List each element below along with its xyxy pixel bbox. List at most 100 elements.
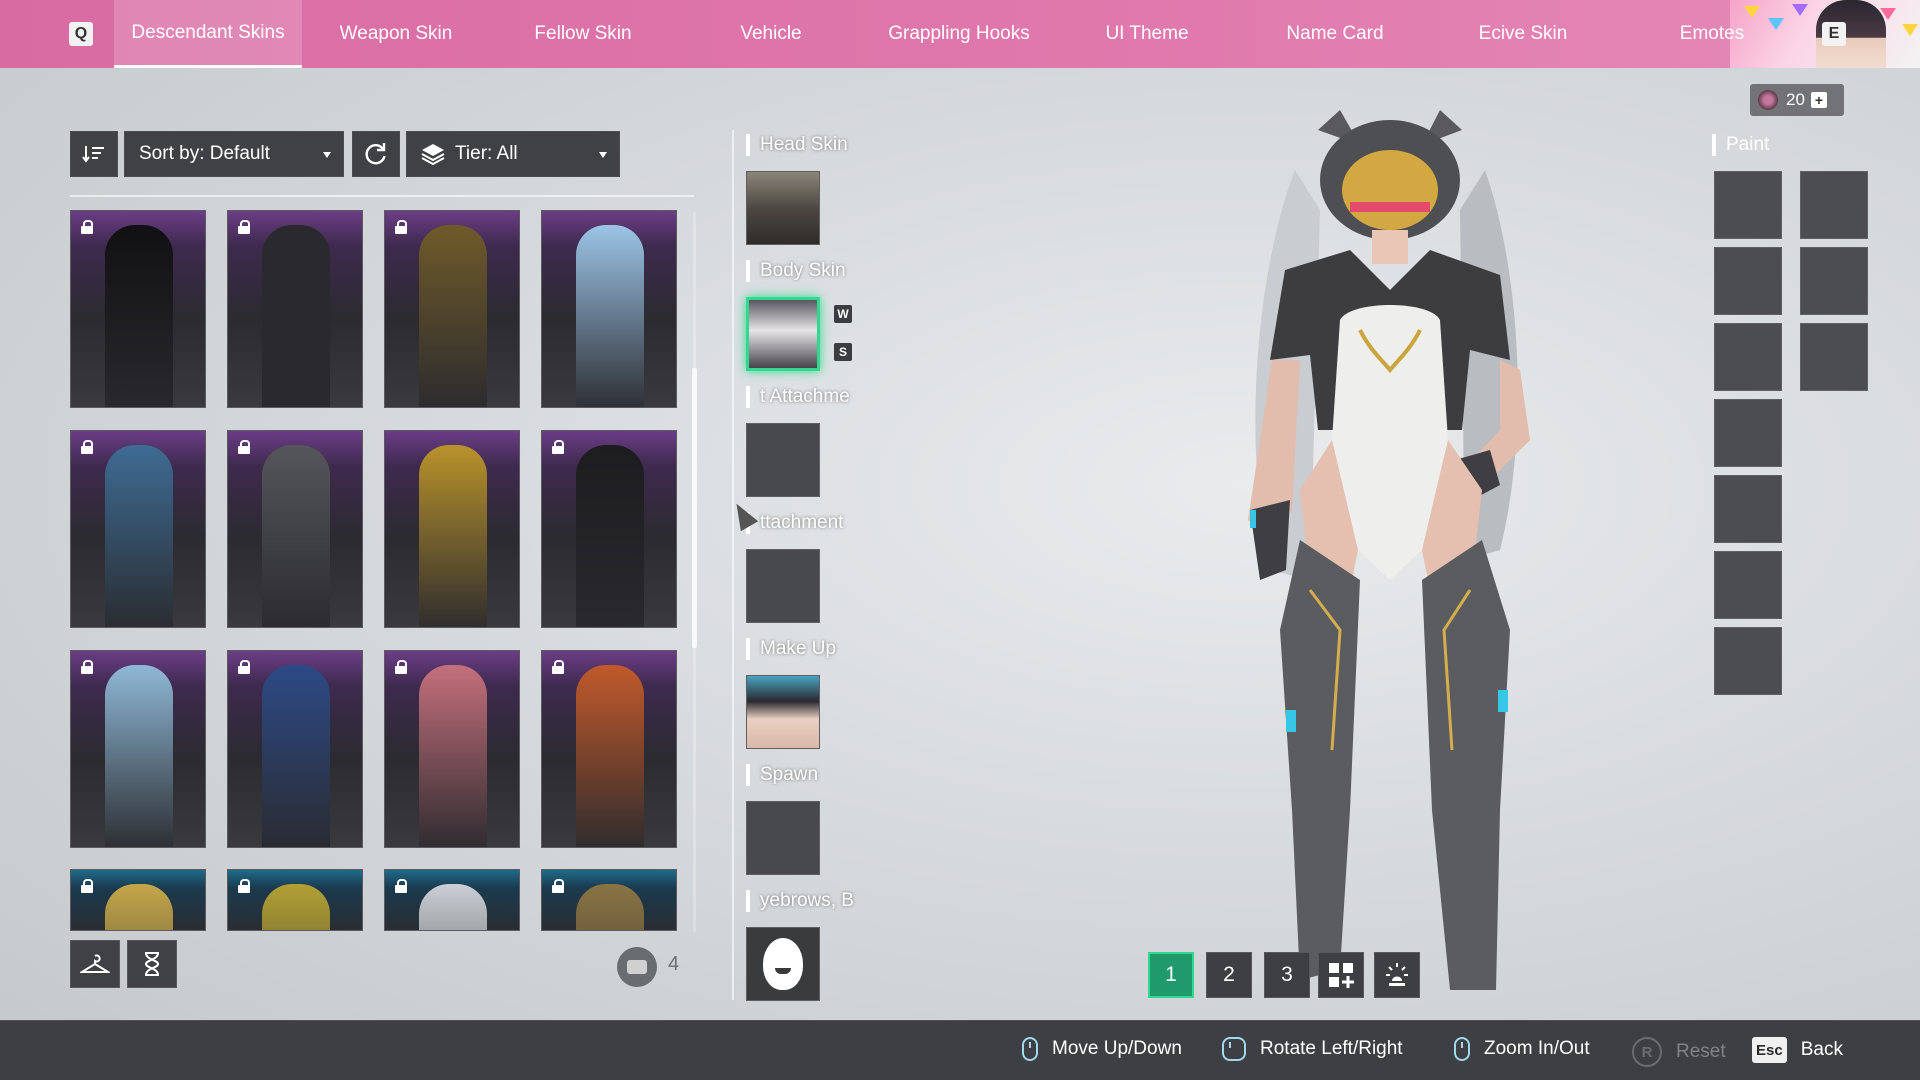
slot-attachment-2[interactable] bbox=[746, 549, 820, 623]
gold-trim-skin bbox=[576, 884, 644, 930]
blue-tactical-skin bbox=[262, 665, 330, 847]
slot-label-head-skin: Head Skin bbox=[746, 134, 856, 156]
sort-dropdown[interactable]: Sort by: Default bbox=[124, 131, 344, 177]
tab-emotes[interactable]: Emotes bbox=[1617, 0, 1807, 68]
sort-dropdown-label: Sort by: Default bbox=[139, 143, 270, 164]
skin-card[interactable] bbox=[70, 430, 206, 628]
slot-label-attachment-2: ttachment bbox=[746, 512, 856, 534]
limited-time-button[interactable] bbox=[127, 940, 177, 988]
skin-card[interactable] bbox=[227, 210, 363, 408]
skin-card[interactable] bbox=[384, 869, 520, 931]
skin-card[interactable] bbox=[541, 210, 677, 408]
punk-leather-skin bbox=[262, 225, 330, 407]
lock-icon bbox=[551, 440, 565, 454]
hint-move-label: Move Up/Down bbox=[1052, 1038, 1182, 1059]
lock-icon bbox=[394, 660, 408, 674]
mouse-icon bbox=[1022, 1037, 1038, 1061]
tab-descendant-skins[interactable]: Descendant Skins bbox=[114, 0, 302, 68]
hanger-icon bbox=[80, 954, 110, 973]
bunny-suit-skin bbox=[105, 225, 173, 407]
lock-icon bbox=[80, 660, 94, 674]
paint-slot[interactable] bbox=[1714, 247, 1782, 315]
skin-card[interactable] bbox=[227, 430, 363, 628]
slot-body-skin[interactable] bbox=[746, 297, 820, 371]
layers-icon bbox=[421, 144, 445, 165]
face-icon bbox=[763, 938, 803, 990]
tab-grappling-hooks[interactable]: Grappling Hooks bbox=[865, 0, 1053, 68]
sort-order-icon bbox=[82, 146, 104, 163]
slot-spawn[interactable] bbox=[746, 801, 820, 875]
chevron-down-icon bbox=[323, 152, 331, 158]
refresh-icon bbox=[365, 143, 386, 165]
paint-slot[interactable] bbox=[1714, 627, 1782, 695]
lock-icon bbox=[237, 660, 251, 674]
lamp-icon bbox=[1386, 963, 1408, 986]
skin-card[interactable] bbox=[541, 869, 677, 931]
chevron-down-icon bbox=[599, 152, 607, 158]
mouse-scroll-icon bbox=[1454, 1037, 1470, 1061]
lock-icon bbox=[80, 440, 94, 454]
tab-ecive-skin[interactable]: Ecive Skin bbox=[1429, 0, 1617, 68]
body-skin-tag-w: W bbox=[834, 305, 852, 323]
mouse-rotate-icon bbox=[1222, 1037, 1246, 1061]
paint-slot[interactable] bbox=[1800, 247, 1868, 315]
slot-eyebrows[interactable] bbox=[746, 927, 820, 1001]
tab-weapon-skin[interactable]: Weapon Skin bbox=[302, 0, 490, 68]
sort-order-button[interactable] bbox=[70, 131, 118, 177]
hourglass-icon bbox=[144, 952, 160, 976]
paint-label: Paint bbox=[1712, 134, 1769, 156]
slot-make-up[interactable] bbox=[746, 675, 820, 749]
tab-name-card[interactable]: Name Card bbox=[1241, 0, 1429, 68]
tab-ui-theme[interactable]: UI Theme bbox=[1053, 0, 1241, 68]
skin-card[interactable] bbox=[70, 650, 206, 848]
paint-slot[interactable] bbox=[1714, 399, 1782, 467]
gold-dress-skin bbox=[419, 225, 487, 407]
skin-card[interactable] bbox=[384, 430, 520, 628]
skin-card[interactable] bbox=[227, 650, 363, 848]
skin-card[interactable] bbox=[227, 869, 363, 931]
skin-card[interactable] bbox=[384, 650, 520, 848]
slot-label-make-up: Make Up bbox=[746, 638, 856, 660]
tab-vehicle[interactable]: Vehicle bbox=[677, 0, 865, 68]
paint-slot[interactable] bbox=[1800, 323, 1868, 391]
paint-slot[interactable] bbox=[1800, 171, 1868, 239]
lighting-button[interactable] bbox=[1374, 952, 1420, 998]
e-key-hint: E bbox=[1822, 22, 1846, 46]
skin-card[interactable] bbox=[541, 650, 677, 848]
slot-label-eyebrows: yebrows, B bbox=[746, 890, 856, 912]
skin-card[interactable] bbox=[541, 430, 677, 628]
preset-3-button[interactable]: 3 bbox=[1264, 952, 1310, 998]
skin-card[interactable] bbox=[70, 869, 206, 931]
currency-display: 20 + bbox=[1750, 84, 1844, 116]
wardrobe-button[interactable] bbox=[70, 940, 120, 988]
slot-attachment-1[interactable] bbox=[746, 423, 820, 497]
filter-divider bbox=[70, 195, 694, 197]
lock-icon bbox=[394, 220, 408, 234]
skin-card[interactable] bbox=[384, 210, 520, 408]
currency-icon bbox=[1758, 90, 1778, 110]
paint-slot[interactable] bbox=[1714, 323, 1782, 391]
add-preset-button[interactable] bbox=[1318, 952, 1364, 998]
slot-head-skin[interactable] bbox=[746, 171, 820, 245]
hint-rotate: Rotate Left/Right bbox=[1222, 1037, 1403, 1061]
tier-dropdown[interactable]: Tier: All bbox=[406, 131, 620, 177]
lock-icon bbox=[237, 440, 251, 454]
grid-scrollbar-thumb[interactable] bbox=[692, 368, 697, 648]
character-model-viewport[interactable] bbox=[1200, 110, 1580, 1030]
golden-armor-skin bbox=[419, 445, 487, 627]
tab-fellow-skin[interactable]: Fellow Skin bbox=[489, 0, 677, 68]
back-button[interactable]: Esc Back bbox=[1752, 1037, 1843, 1063]
reset-label: Reset bbox=[1676, 1041, 1726, 1062]
preset-2-button[interactable]: 2 bbox=[1206, 952, 1252, 998]
paint-slot[interactable] bbox=[1714, 171, 1782, 239]
preset-1-button[interactable]: 1 bbox=[1148, 952, 1194, 998]
skin-card[interactable] bbox=[70, 210, 206, 408]
paint-slot[interactable] bbox=[1714, 475, 1782, 543]
reset-filter-button[interactable] bbox=[352, 131, 400, 177]
hint-zoom-label: Zoom In/Out bbox=[1484, 1038, 1590, 1059]
banner-flag-icon bbox=[1902, 24, 1918, 36]
paint-slot[interactable] bbox=[1714, 551, 1782, 619]
reset-button[interactable]: R Reset bbox=[1632, 1037, 1726, 1067]
office-suit-skin bbox=[262, 445, 330, 627]
add-currency-button[interactable]: + bbox=[1810, 92, 1827, 108]
